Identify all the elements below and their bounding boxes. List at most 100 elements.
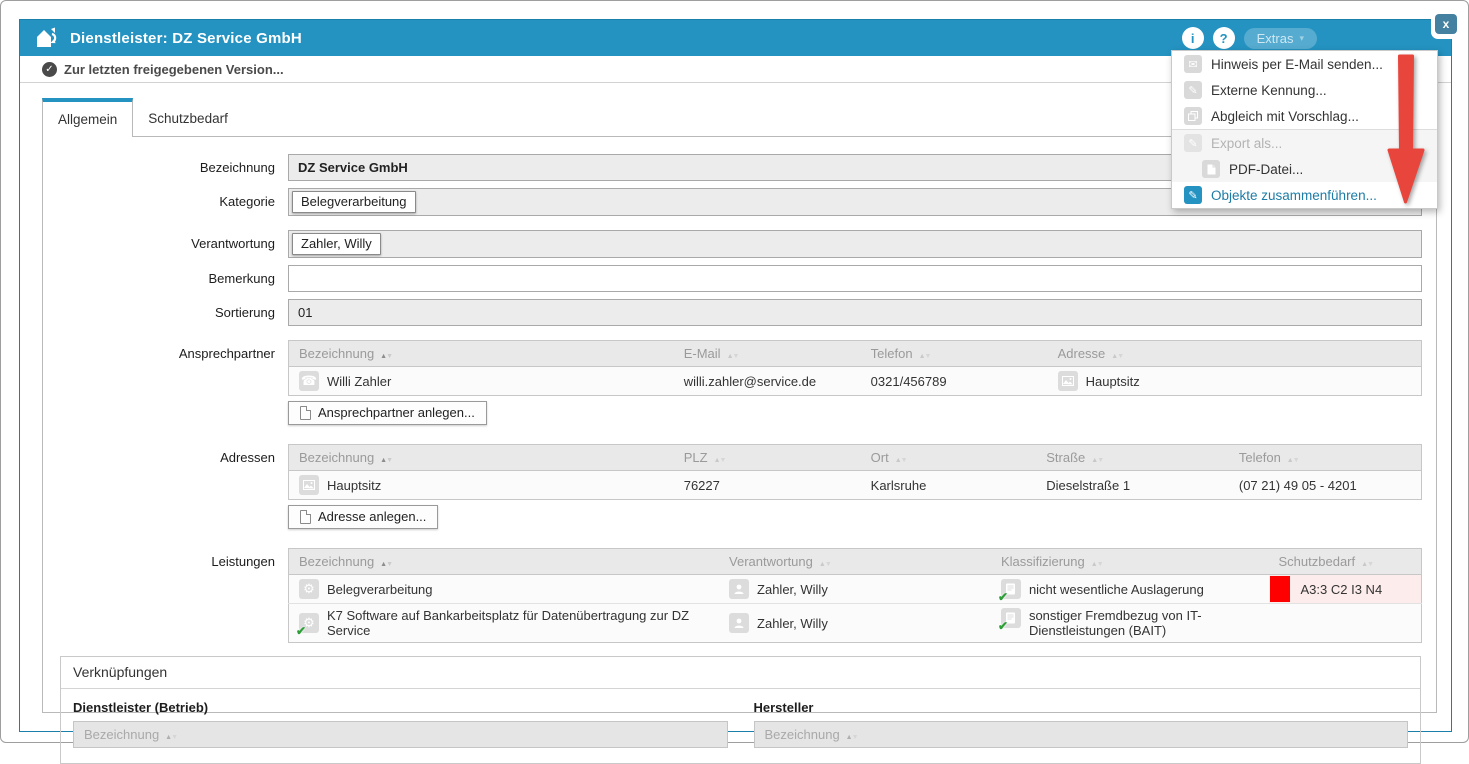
contact-name: Willi Zahler (327, 374, 391, 389)
col-header-plz[interactable]: PLZ▲▼ (674, 445, 861, 471)
table-row[interactable]: ⚙✔ K7 Software auf Bankarbeitsplatz für D… (289, 604, 1422, 643)
classification-doc-check-icon: ✔ (1001, 608, 1021, 628)
col-header-bezeichnung[interactable]: Bezeichnung▲▼ (289, 341, 674, 367)
verantwortung-field[interactable]: Zahler, Willy (288, 230, 1422, 258)
classification-doc-check-icon: ✔ (1001, 579, 1021, 599)
sort-icon: ▲▼ (1287, 457, 1299, 464)
table-row[interactable]: Hauptsitz 76227 Karlsruhe Dieselstraße 1… (289, 471, 1422, 500)
menu-item-objekte-zusammenfuehren[interactable]: ✎ Objekte zusammenführen... (1172, 182, 1437, 208)
ansprechpartner-table: Bezeichnung▲▼ E-Mail▲▼ Telefon▲▼ Adresse… (288, 340, 1422, 396)
contact-address: Hauptsitz (1086, 374, 1140, 389)
help-icon: ? (1220, 31, 1228, 46)
menu-item-pdf-datei[interactable]: PDF-Datei... (1172, 156, 1437, 182)
menu-item-email-hint[interactable]: ✉ Hinweis per E-Mail senden... (1172, 51, 1437, 77)
verknuepfungen-title: Verknüpfungen (61, 657, 1420, 689)
sort-icon: ▲▼ (380, 561, 392, 568)
kategorie-chip[interactable]: Belegverarbeitung (292, 191, 416, 213)
address-image-icon (299, 475, 319, 495)
col-header-bezeichnung[interactable]: Bezeichnung▲▼ (289, 549, 720, 575)
sort-icon: ▲▼ (380, 457, 392, 464)
service-name: Belegverarbeitung (327, 582, 433, 597)
address-image-icon (1058, 371, 1078, 391)
dienstleister-betrieb-table-header: Bezeichnung▲▼ (73, 721, 728, 748)
address-strasse: Dieselstraße 1 (1036, 471, 1229, 500)
copy-icon (1184, 107, 1202, 125)
allgemein-panel: Bezeichnung DZ Service GmbH Kategorie Be… (42, 136, 1437, 713)
bezeichnung-label: Bezeichnung (43, 154, 288, 181)
col-header-telefon[interactable]: Telefon▲▼ (861, 341, 1048, 367)
tab-allgemein[interactable]: Allgemein (42, 98, 133, 137)
add-adresse-button[interactable]: Adresse anlegen... (288, 505, 438, 529)
col-header-email[interactable]: E-Mail▲▼ (674, 341, 861, 367)
col-header-adresse[interactable]: Adresse▲▼ (1048, 341, 1422, 367)
address-telefon: (07 21) 49 05 - 4201 (1229, 471, 1422, 500)
col-header-strasse[interactable]: Straße▲▼ (1036, 445, 1229, 471)
sort-icon: ▲▼ (919, 353, 931, 360)
sortierung-label: Sortierung (43, 299, 288, 326)
col-header-bezeichnung[interactable]: Bezeichnung▲▼ (289, 445, 674, 471)
sort-icon: ▲▼ (727, 353, 739, 360)
sort-icon: ▲▼ (1091, 561, 1103, 568)
sort-icon: ▲▼ (1361, 561, 1373, 568)
menu-item-externe-kennung[interactable]: ✎ Externe Kennung... (1172, 77, 1437, 103)
export-icon: ✎ (1184, 134, 1202, 152)
info-button[interactable]: i (1182, 27, 1204, 49)
service-classification: nicht wesentliche Auslagerung (1029, 582, 1204, 597)
menu-item-export-als: ✎ Export als... (1172, 130, 1437, 156)
window-title: Dienstleister: DZ Service GmbH (70, 30, 302, 47)
leistungen-table: Bezeichnung▲▼ Verantwortung▲▼ Klassifizi… (288, 548, 1422, 643)
dienstleister-betrieb-label: Dienstleister (Betrieb) (73, 700, 728, 715)
bemerkung-label: Bemerkung (43, 265, 288, 292)
schutzbedarf-value: A3:3 C2 I3 N4 (1301, 582, 1383, 597)
last-released-version-link[interactable]: Zur letzten freigegebenen Version... (64, 62, 284, 77)
mail-icon: ✉ (1184, 55, 1202, 73)
sort-icon: ▲▼ (1111, 353, 1123, 360)
new-page-icon (300, 406, 311, 420)
contact-phone-icon: ☎ (299, 371, 319, 391)
person-icon (729, 613, 749, 633)
verantwortung-label: Verantwortung (43, 230, 288, 257)
help-button[interactable]: ? (1213, 27, 1235, 49)
sortierung-field[interactable]: 01 (288, 299, 1422, 326)
new-page-icon (300, 510, 311, 524)
info-icon: i (1191, 31, 1195, 46)
service-classification: sonstiger Fremdbezug von IT-Dienstleistu… (1029, 608, 1259, 638)
sort-icon: ▲▼ (819, 561, 831, 568)
address-plz: 76227 (674, 471, 861, 500)
col-header-ort[interactable]: Ort▲▼ (861, 445, 1037, 471)
col-header-verantwortung[interactable]: Verantwortung▲▼ (719, 549, 991, 575)
add-ansprechpartner-button[interactable]: Ansprechpartner anlegen... (288, 401, 487, 425)
adressen-label: Adressen (43, 444, 288, 471)
service-gear-check-icon: ⚙✔ (299, 613, 319, 633)
contact-email: willi.zahler@service.de (674, 367, 861, 396)
bemerkung-input[interactable] (288, 265, 1422, 292)
col-header-telefon[interactable]: Telefon▲▼ (1229, 445, 1422, 471)
extras-button[interactable]: Extras ▾ (1244, 28, 1317, 49)
service-owner: Zahler, Willy (757, 582, 828, 597)
check-icon: ✔ (296, 624, 306, 638)
col-header-klassifizierung[interactable]: Klassifizierung▲▼ (991, 549, 1269, 575)
hersteller-label: Hersteller (754, 700, 1409, 715)
service-owner: Zahler, Willy (757, 616, 828, 631)
close-button[interactable]: x (1435, 14, 1457, 34)
sort-icon: ▲▼ (165, 734, 177, 741)
chevron-down-icon: ▾ (1299, 33, 1304, 44)
verantwortung-chip[interactable]: Zahler, Willy (292, 233, 381, 255)
ansprechpartner-label: Ansprechpartner (43, 340, 288, 367)
service-name: K7 Software auf Bankarbeitsplatz für Dat… (327, 608, 709, 638)
sort-icon: ▲▼ (714, 457, 726, 464)
leistungen-label: Leistungen (43, 548, 288, 575)
table-row[interactable]: ⚙ Belegverarbeitung Zahler, Willy ✔ nicht … (289, 575, 1422, 604)
kategorie-label: Kategorie (43, 188, 288, 215)
table-row[interactable]: ☎Willi Zahler willi.zahler@service.de 03… (289, 367, 1422, 396)
service-gear-icon: ⚙ (299, 579, 319, 599)
tab-schutzbedarf[interactable]: Schutzbedarf (133, 102, 243, 136)
merge-edit-icon: ✎ (1184, 186, 1202, 204)
sort-icon: ▲▼ (1091, 457, 1103, 464)
check-icon: ✔ (998, 590, 1008, 604)
address-ort: Karlsruhe (861, 471, 1037, 500)
person-icon (729, 579, 749, 599)
menu-item-abgleich-vorschlag[interactable]: Abgleich mit Vorschlag... (1172, 103, 1437, 129)
col-header-schutzbedarf[interactable]: Schutzbedarf▲▼ (1269, 549, 1422, 575)
sort-icon: ▲▼ (895, 457, 907, 464)
